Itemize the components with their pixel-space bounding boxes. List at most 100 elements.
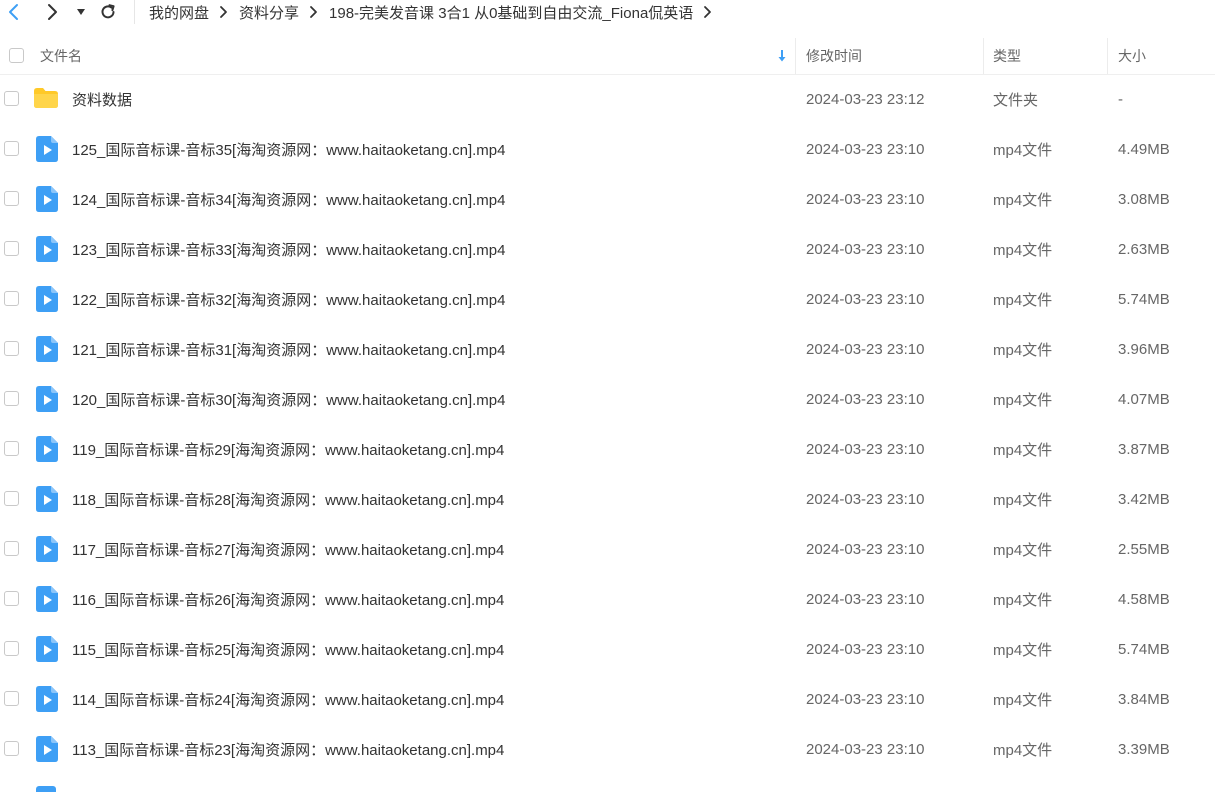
file-size: 3.08MB [1118,190,1170,208]
chevron-left-icon [9,4,18,20]
file-type: mp4文件 [993,141,1053,159]
row-checkbox[interactable] [4,241,19,256]
row-checkbox[interactable] [4,91,19,106]
file-modified: 2024-03-23 23:10 [806,490,925,508]
forward-button[interactable] [40,0,64,24]
column-header-name[interactable]: 文件名 [40,38,82,74]
file-modified: 2024-03-23 23:10 [806,190,925,208]
file-modified: 2024-03-23 23:12 [806,90,925,108]
file-name[interactable]: 113_国际音标课-音标23[海淘资源网：www.haitaoketang.cn… [72,724,504,774]
select-all-checkbox[interactable] [9,48,24,63]
row-checkbox[interactable] [4,491,19,506]
row-checkbox[interactable] [4,391,19,406]
file-type: mp4文件 [993,541,1053,559]
file-size: 3.39MB [1118,740,1170,758]
navigation-bar: 我的网盘 资料分享 198-完美发音课 3合1 从0基础到自由交流_Fiona侃… [0,0,1215,24]
file-name[interactable]: 119_国际音标课-音标29[海淘资源网：www.haitaoketang.cn… [72,424,504,474]
breadcrumb-item-current-folder[interactable]: 198-完美发音课 3合1 从0基础到自由交流_Fiona侃英语 [329,2,693,23]
file-name[interactable]: 123_国际音标课-音标33[海淘资源网：www.haitaoketang.cn… [72,224,506,274]
file-name[interactable]: 115_国际音标课-音标25[海淘资源网：www.haitaoketang.cn… [72,624,504,674]
caret-down-icon [77,9,85,15]
file-size: 3.87MB [1118,440,1170,458]
file-name[interactable]: 121_国际音标课-音标31[海淘资源网：www.haitaoketang.cn… [72,324,506,374]
video-file-icon [36,486,58,512]
file-size: 5.74MB [1118,640,1170,658]
history-dropdown-button[interactable] [72,0,90,24]
file-name[interactable]: 116_国际音标课-音标26[海淘资源网：www.haitaoketang.cn… [72,574,504,624]
file-type: mp4文件 [993,291,1053,309]
file-modified: 2024-03-23 23:10 [806,240,925,258]
file-type: mp4文件 [993,191,1053,209]
column-divider[interactable] [795,38,796,74]
refresh-button[interactable] [96,0,120,24]
sort-descending-icon[interactable] [777,38,787,74]
file-name[interactable]: 114_国际音标课-音标24[海淘资源网：www.haitaoketang.cn… [72,674,504,724]
row-checkbox[interactable] [4,641,19,656]
file-name[interactable]: 资料数据 [72,74,132,124]
file-name[interactable]: 124_国际音标课-音标34[海淘资源网：www.haitaoketang.cn… [72,174,506,224]
file-size: 4.49MB [1118,140,1170,158]
chevron-right-icon[interactable] [703,5,713,19]
file-modified: 2024-03-23 23:10 [806,290,925,308]
file-size: 2.55MB [1118,540,1170,558]
column-header-type[interactable]: 类型 [993,38,1021,74]
row-checkbox[interactable] [4,191,19,206]
breadcrumb-item-shared[interactable]: 资料分享 [239,2,299,23]
column-header-modified[interactable]: 修改时间 [806,38,862,74]
table-row[interactable]: 122_国际音标课-音标32[海淘资源网：www.haitaoketang.cn… [0,274,1215,324]
file-modified: 2024-03-23 23:10 [806,690,925,708]
video-file-icon [36,386,58,412]
table-row[interactable]: 115_国际音标课-音标25[海淘资源网：www.haitaoketang.cn… [0,624,1215,674]
row-checkbox[interactable] [4,541,19,556]
table-row[interactable]: 116_国际音标课-音标26[海淘资源网：www.haitaoketang.cn… [0,574,1215,624]
file-type: mp4文件 [993,641,1053,659]
table-row[interactable]: 125_国际音标课-音标35[海淘资源网：www.haitaoketang.cn… [0,124,1215,174]
row-checkbox[interactable] [4,741,19,756]
video-file-icon [36,736,58,762]
file-name[interactable]: 118_国际音标课-音标28[海淘资源网：www.haitaoketang.cn… [72,474,504,524]
file-modified: 2024-03-23 23:10 [806,540,925,558]
column-header-size[interactable]: 大小 [1118,38,1146,74]
table-row[interactable]: 119_国际音标课-音标29[海淘资源网：www.haitaoketang.cn… [0,424,1215,474]
file-modified: 2024-03-23 23:10 [806,390,925,408]
video-file-icon [36,136,58,162]
file-size: 5.74MB [1118,290,1170,308]
table-row[interactable]: 113_国际音标课-音标23[海淘资源网：www.haitaoketang.cn… [0,724,1215,774]
column-divider[interactable] [1107,38,1108,74]
table-row[interactable]: 124_国际音标课-音标34[海淘资源网：www.haitaoketang.cn… [0,174,1215,224]
file-modified: 2024-03-23 23:10 [806,740,925,758]
row-checkbox[interactable] [4,141,19,156]
video-file-icon [36,236,58,262]
breadcrumb: 我的网盘 资料分享 198-完美发音课 3合1 从0基础到自由交流_Fiona侃… [134,0,723,24]
table-row[interactable]: 118_国际音标课-音标28[海淘资源网：www.haitaoketang.cn… [0,474,1215,524]
breadcrumb-item-my-drive[interactable]: 我的网盘 [149,2,209,23]
file-type: mp4文件 [993,591,1053,609]
table-row[interactable]: 117_国际音标课-音标27[海淘资源网：www.haitaoketang.cn… [0,524,1215,574]
back-button[interactable] [2,0,26,24]
file-name[interactable]: 120_国际音标课-音标30[海淘资源网：www.haitaoketang.cn… [72,374,506,424]
video-file-icon [36,586,58,612]
file-name[interactable]: 117_国际音标课-音标27[海淘资源网：www.haitaoketang.cn… [72,524,504,574]
video-file-icon [36,436,58,462]
file-type: mp4文件 [993,741,1053,759]
file-type: 文件夹 [993,91,1039,109]
file-size: 3.96MB [1118,340,1170,358]
file-type: mp4文件 [993,391,1053,409]
table-row[interactable]: 121_国际音标课-音标31[海淘资源网：www.haitaoketang.cn… [0,324,1215,374]
row-checkbox[interactable] [4,341,19,356]
video-file-icon [36,536,58,562]
file-name[interactable]: 125_国际音标课-音标35[海淘资源网：www.haitaoketang.cn… [72,124,506,174]
file-size: - [1118,90,1123,108]
table-row[interactable]: 120_国际音标课-音标30[海淘资源网：www.haitaoketang.cn… [0,374,1215,424]
file-name[interactable]: 122_国际音标课-音标32[海淘资源网：www.haitaoketang.cn… [72,274,506,324]
row-checkbox[interactable] [4,691,19,706]
row-checkbox[interactable] [4,591,19,606]
table-row[interactable]: 123_国际音标课-音标33[海淘资源网：www.haitaoketang.cn… [0,224,1215,274]
row-checkbox[interactable] [4,441,19,456]
refresh-icon [101,4,115,19]
file-size: 2.63MB [1118,240,1170,258]
table-row[interactable]: 114_国际音标课-音标24[海淘资源网：www.haitaoketang.cn… [0,674,1215,724]
row-checkbox[interactable] [4,291,19,306]
table-row[interactable]: 资料数据 2024-03-23 23:12 文件夹 - [0,74,1215,124]
column-divider[interactable] [983,38,984,74]
